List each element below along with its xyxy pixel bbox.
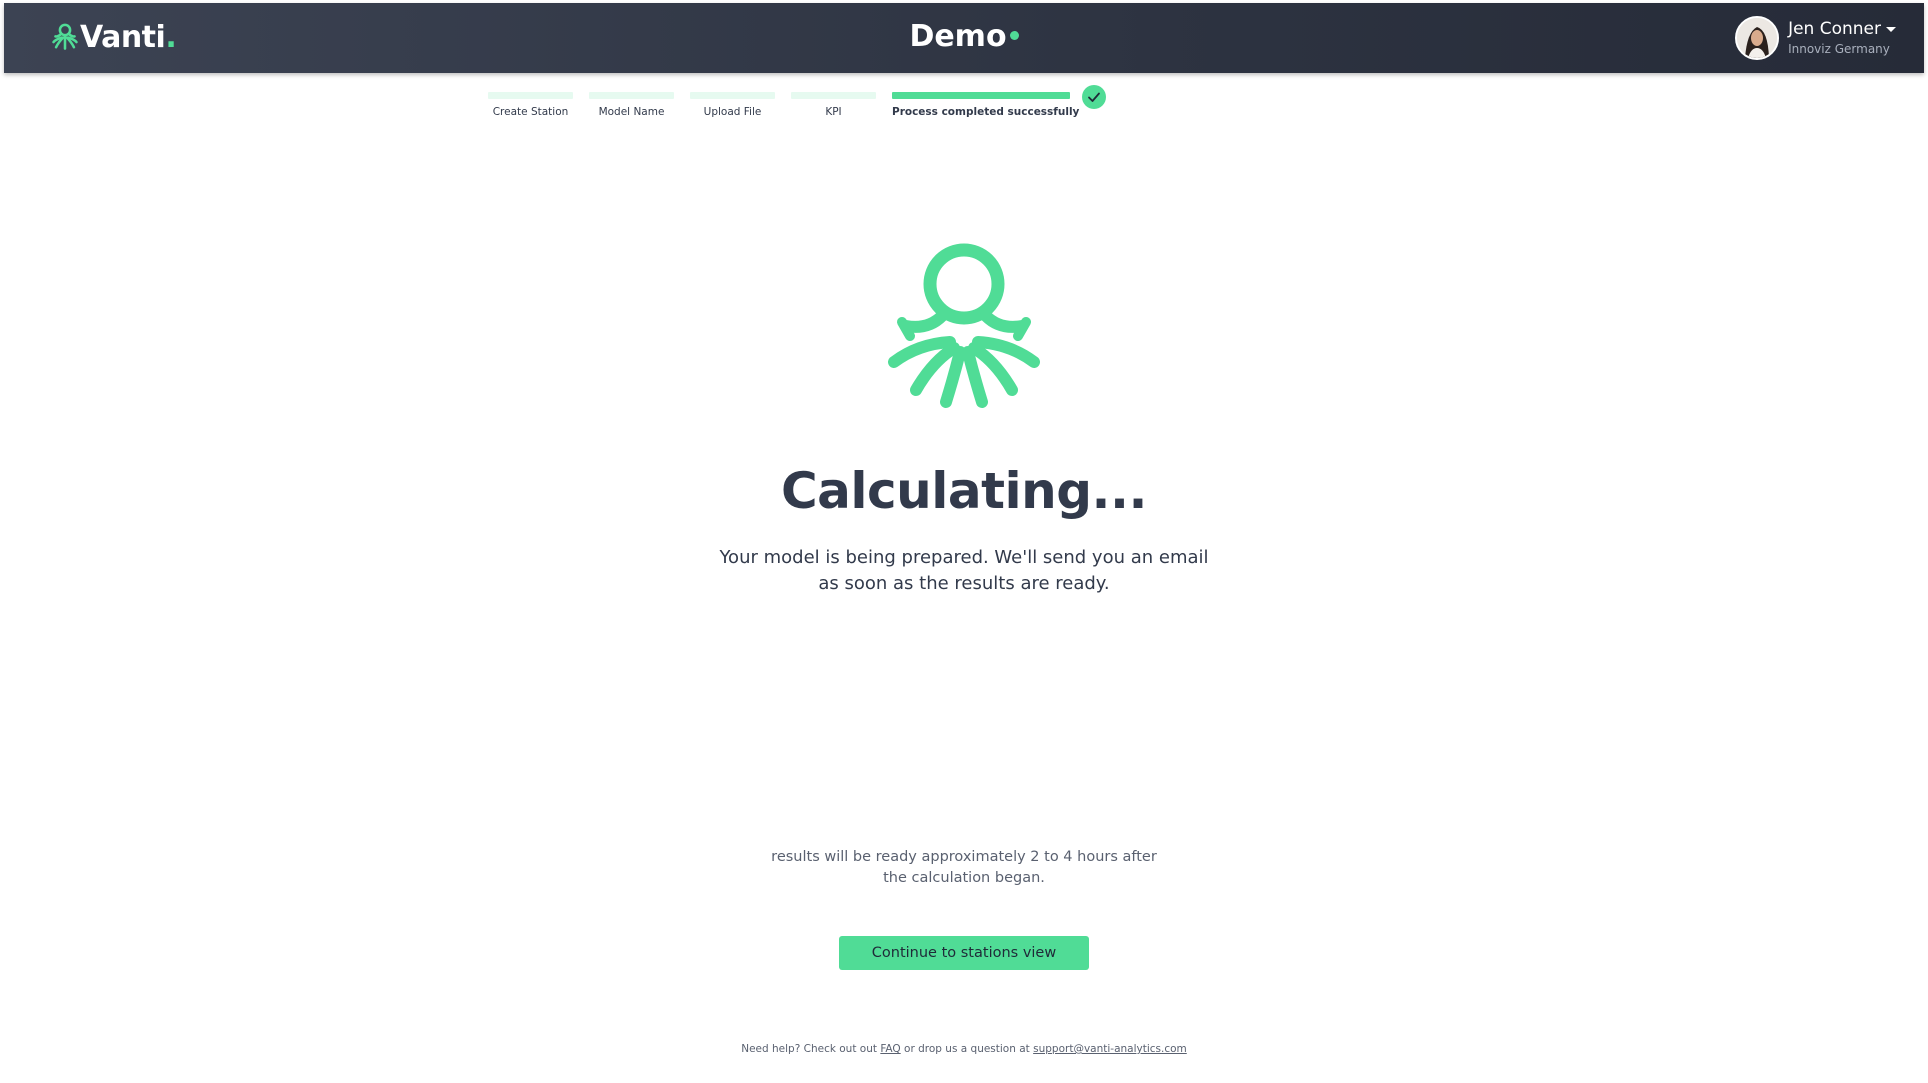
- chevron-down-icon[interactable]: [1886, 26, 1896, 32]
- support-email-link[interactable]: support@vanti-analytics.com: [1033, 1043, 1187, 1055]
- step-label: Upload File: [703, 106, 762, 118]
- step-create-station: Create Station: [488, 92, 573, 118]
- user-organization: Innoviz Germany: [1788, 42, 1890, 56]
- step-label: KPI: [825, 106, 842, 118]
- app-title: Demo: [4, 19, 1924, 54]
- status-dot-icon: [1009, 31, 1019, 40]
- octopus-loading-icon: [888, 243, 1040, 408]
- checkmark-icon: [1082, 85, 1106, 109]
- step-label: Create Station: [492, 106, 569, 118]
- avatar[interactable]: [1735, 16, 1780, 60]
- step-process-completed: Process completed successfully: [892, 92, 1080, 118]
- help-text: Need help? Check out out: [741, 1043, 877, 1055]
- user-menu[interactable]: Jen Conner Innoviz Germany: [1735, 14, 1896, 62]
- faq-link[interactable]: FAQ: [880, 1043, 900, 1055]
- eta-message: results will be ready approximately 2 to…: [771, 849, 1157, 886]
- step-upload-file: Upload File: [690, 92, 775, 118]
- continue-to-stations-button[interactable]: Continue to stations view: [839, 936, 1089, 970]
- step-bar: [690, 92, 775, 99]
- step-label: Process completed successfully: [892, 106, 1080, 118]
- step-bar: [791, 92, 876, 99]
- step-model-name: Model Name: [589, 92, 674, 118]
- step-bar: [488, 92, 573, 99]
- user-name: Jen Conner: [1788, 19, 1881, 39]
- app-title-text: Demo: [909, 19, 1007, 54]
- top-navbar: Vanti. Demo Jen Conner Innoviz Germany: [4, 3, 1924, 73]
- user-info[interactable]: Jen Conner Innoviz Germany: [1788, 19, 1896, 57]
- step-bar: [589, 92, 674, 99]
- user-name-row: Jen Conner: [1788, 19, 1896, 39]
- status-message: Your model is being prepared. We'll send…: [719, 547, 1209, 594]
- avatar-portrait-icon: [1737, 18, 1778, 58]
- step-label: Model Name: [598, 106, 665, 118]
- help-footer: Need help? Check out out FAQ or drop us …: [0, 1043, 1928, 1055]
- page-title: Calculating...: [780, 462, 1148, 520]
- step-kpi: KPI: [791, 92, 876, 118]
- help-text-middle: or drop us a question at: [904, 1043, 1030, 1055]
- step-bar: [892, 92, 1070, 99]
